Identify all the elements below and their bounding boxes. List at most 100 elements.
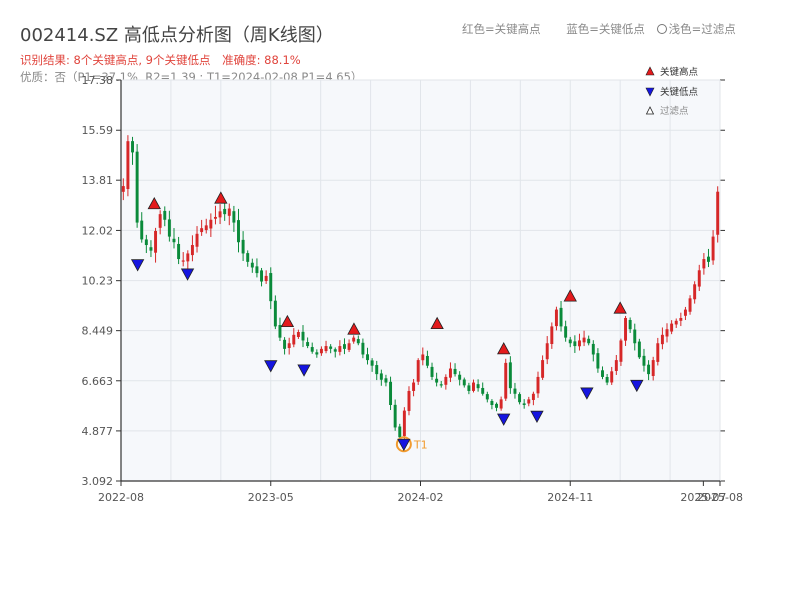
candle-body [605,376,609,383]
candle-body [513,388,517,394]
candle-body [439,384,443,386]
candle-body [707,256,710,262]
x-tick-label: 2022-08 [98,491,144,504]
candle-body [255,266,259,274]
candle-body [181,260,185,262]
t1-label: T1 [413,438,428,451]
candle-body [186,253,190,262]
candle-body [716,191,720,235]
candle-body [366,354,369,361]
candle-body [209,219,213,229]
candle-body [637,341,641,358]
y-tick-label: 8.449 [82,325,114,338]
candle-body [577,340,581,347]
candle-body [642,355,646,366]
candle-body [393,404,397,428]
candle-body [545,343,549,360]
candle-body [213,216,217,219]
candle-body [697,270,701,287]
candle-body [283,339,287,349]
candle-body [421,354,425,361]
candle-body [679,317,683,321]
candle-body [462,379,466,386]
y-tick-label: 10.23 [82,275,114,288]
candle-body [522,403,526,405]
candle-body [458,374,462,380]
candle-body [324,346,328,352]
candle-body [587,338,591,344]
candle-body [481,387,485,394]
candle-body [126,141,130,190]
candle-body [619,340,623,362]
candle-body [352,337,356,342]
candle-body [554,309,558,327]
candle-body [218,211,222,218]
candle-body [121,186,125,192]
candle-body [260,270,264,282]
candle-body [131,141,134,153]
legend-label: 过滤点 [660,105,689,117]
candle-body [200,228,204,233]
candle-body [453,368,457,375]
chart-svg: 3.092 4.877 6.663 8.449 10.23 12.02 13.81 15.59… [82,66,743,504]
candle-body [333,349,337,352]
candle-body [246,253,250,262]
candle-body [541,360,545,378]
candle-body [430,366,434,377]
legend-label: 关键低点 [660,86,699,98]
candle-body [582,337,586,343]
candle-body [467,385,471,391]
candle-body [250,262,254,268]
candle-body [444,376,448,385]
y-tick-label: 6.663 [82,375,114,388]
x-tick-label: 2023-05 [248,491,294,504]
candle-body [292,334,296,345]
candle-body [370,360,374,366]
y-tick-label: 3.092 [82,475,114,488]
candle-body [204,225,208,231]
y-tick-label: 12.02 [82,224,114,237]
legend-high-icon [645,66,655,76]
candle-body [163,210,167,220]
candle-body [508,362,512,389]
candle-body [190,245,194,256]
candle-body [402,410,406,437]
candle-body [674,320,678,325]
candle-body [227,208,231,216]
candle-body [531,393,535,400]
candle-body [315,352,319,355]
candle-body [665,329,669,337]
candle-body [241,239,245,254]
x-tick-label: 2025-08 [697,491,743,504]
candle-body [232,211,236,223]
candle-body [416,360,420,382]
candle-body [379,373,383,380]
candle-body [172,238,176,243]
candle-body [140,220,144,240]
x-tick-label: 2024-11 [547,491,593,504]
candle-body [389,381,393,405]
candle-body [398,426,402,438]
candle-body [647,364,651,375]
candle-body [633,329,637,344]
candle-body [614,360,618,371]
candle-body [177,243,181,260]
candle-body [347,343,351,350]
candle-body [195,233,199,247]
candle-body [688,298,692,312]
candle-body [135,151,139,223]
candle-body [223,208,227,215]
candle-body [499,399,503,409]
candle-body [375,365,379,375]
candle-body [342,344,346,349]
candle-body [476,384,480,389]
candle-body [485,394,489,400]
candle-body [601,370,604,377]
candle-body [660,334,664,345]
candle-body [144,239,148,246]
candle-body [287,343,291,349]
candle-body [624,317,628,341]
y-tick-label: 13.81 [82,174,114,187]
candle-body [564,326,568,338]
candle-body [273,300,277,327]
